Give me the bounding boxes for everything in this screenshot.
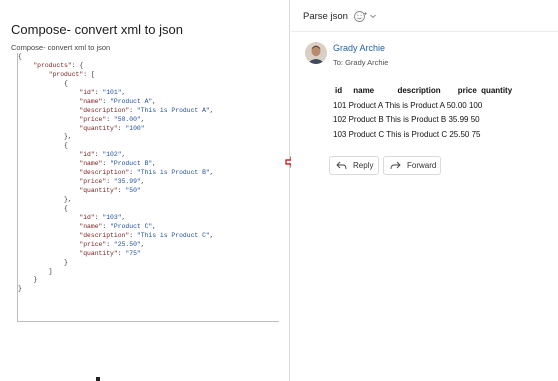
- column-header: quantity: [481, 86, 513, 95]
- forward-icon: [390, 161, 401, 170]
- code-line: {: [18, 53, 22, 60]
- sender-name[interactable]: Grady Archie: [333, 43, 385, 53]
- code-line: "id": "103",: [79, 213, 126, 221]
- forward-button[interactable]: Forward: [383, 156, 441, 175]
- avatar[interactable]: [305, 42, 327, 64]
- compose-panel: Compose- convert xml to json Compose- co…: [0, 0, 290, 381]
- code-line: "description": "This is Product C",: [79, 231, 214, 239]
- code-line: {: [18, 79, 68, 87]
- column-header: price: [457, 86, 477, 95]
- code-line: "quantity": "50": [79, 187, 141, 195]
- code-line: "quantity": "100": [79, 124, 145, 132]
- email-header-bar: Parse json: [291, 0, 558, 32]
- chevron-down-icon[interactable]: [369, 12, 377, 20]
- code-line: "quantity": "75": [79, 249, 141, 257]
- code-line: }: [18, 276, 38, 284]
- code-line: "description": "This is Product A",: [79, 106, 214, 114]
- table-row: 102 Product B This is Product B 35.99 50: [333, 115, 480, 124]
- scroll-marker: [96, 377, 100, 381]
- code-line: },: [18, 196, 72, 203]
- code-line: }: [18, 285, 22, 293]
- code-line: {: [18, 204, 68, 212]
- emoji-smile-icon[interactable]: [353, 10, 369, 23]
- reply-icon: [336, 161, 347, 170]
- products-table: id name description price quantity 101 P…: [333, 86, 514, 144]
- email-subject: Parse json: [303, 11, 348, 22]
- code-line: "product": [: [48, 70, 95, 78]
- column-header: id: [335, 86, 343, 95]
- code-line: {: [18, 142, 68, 150]
- compose-subtitle: Compose- convert xml to json: [11, 43, 111, 52]
- code-line: },: [18, 133, 72, 141]
- code-line: "price": "25.50",: [79, 240, 145, 248]
- reply-label: Reply: [353, 161, 374, 170]
- code-line: }: [18, 258, 68, 266]
- column-header: name: [353, 86, 375, 95]
- recipient-line: To: Grady Archie: [333, 58, 389, 67]
- json-code-block: { "products": { "product": [ { "id": "10…: [17, 53, 279, 322]
- code-line: "description": "This is Product B",: [79, 169, 214, 177]
- code-line: "price": "50.00",: [79, 115, 145, 123]
- code-line: "id": "102",: [79, 151, 126, 159]
- table-row: 103 Product C This is Product C 25.50 75: [333, 129, 481, 139]
- reply-button[interactable]: Reply: [329, 156, 379, 175]
- code-line: "products": {: [33, 61, 84, 69]
- forward-label: Forward: [407, 161, 437, 170]
- table-header-row: id name description price quantity: [333, 86, 514, 101]
- code-line: "price": "35.99",: [79, 178, 145, 186]
- code-line: "id": "101",: [79, 88, 126, 96]
- code-line: "name": "Product C",: [79, 222, 157, 230]
- column-header: description: [397, 86, 441, 95]
- code-line: ]: [18, 267, 53, 275]
- code-line: "name": "Product A",: [79, 97, 157, 105]
- email-panel: Parse json Grady Archie To: Grady Archie…: [291, 0, 558, 381]
- code-line: "name": "Product B",: [79, 160, 157, 168]
- compose-title: Compose- convert xml to json: [11, 22, 183, 37]
- table-row: 101 Product A This is Product A 50.00 10…: [333, 100, 483, 110]
